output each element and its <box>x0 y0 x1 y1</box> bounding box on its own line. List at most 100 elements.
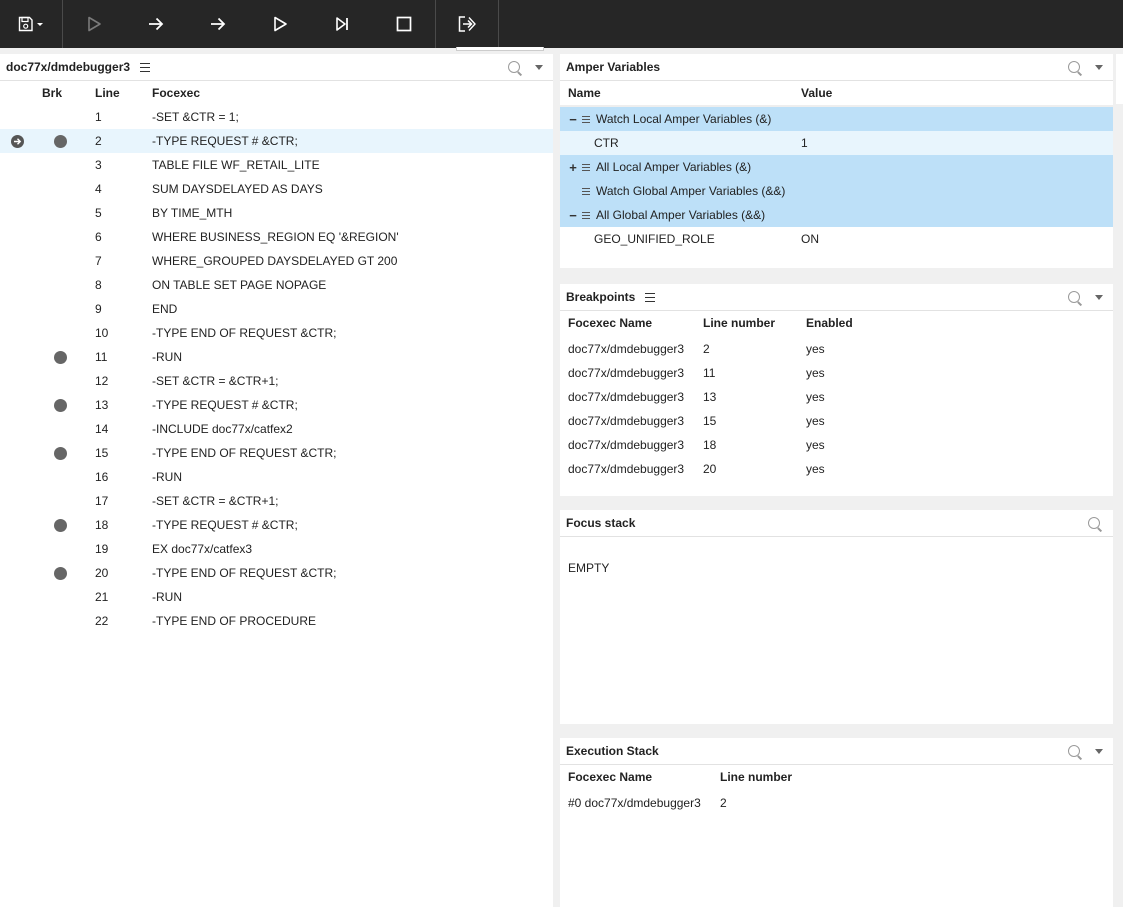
exit-icon <box>458 16 476 32</box>
breakpoint-enabled: yes <box>806 366 825 380</box>
source-line-row[interactable]: 21 -RUN <box>0 585 553 609</box>
save-button[interactable] <box>0 0 62 48</box>
breakpoint-gutter[interactable] <box>34 134 89 148</box>
breakpoints-title: Breakpoints <box>566 290 636 304</box>
amper-group-row[interactable]: Watch Global Amper Variables (&&) <box>560 179 1113 203</box>
breakpoint-row[interactable]: doc77x/dmdebugger3 13 yes <box>560 385 1113 409</box>
code-text: -TYPE REQUEST # &CTR; <box>152 134 298 148</box>
breakpoint-gutter[interactable] <box>34 446 89 460</box>
source-line-row[interactable]: 17 -SET &CTR = &CTR+1; <box>0 489 553 513</box>
source-line-row[interactable]: 13 -TYPE REQUEST # &CTR; <box>0 393 553 417</box>
focus-stack-content: EMPTY <box>568 561 610 575</box>
collapse-icon[interactable]: − <box>568 208 578 223</box>
toolbar-group-debug <box>63 0 436 48</box>
line-number: 6 <box>95 230 102 244</box>
code-text: SUM DAYSDELAYED AS DAYS <box>152 182 323 196</box>
run-to-next-button[interactable] <box>311 0 373 48</box>
source-line-row[interactable]: 18 -TYPE REQUEST # &CTR; <box>0 513 553 537</box>
search-icon[interactable] <box>1067 290 1083 306</box>
skip-next-icon <box>336 17 348 31</box>
menu-icon[interactable] <box>582 187 590 195</box>
source-line-row[interactable]: 9 END <box>0 297 553 321</box>
amper-variable-row[interactable]: GEO_UNIFIED_ROLE ON <box>560 227 1113 251</box>
source-line-row[interactable]: 3 TABLE FILE WF_RETAIL_LITE <box>0 153 553 177</box>
search-icon[interactable] <box>1087 516 1103 532</box>
source-line-row[interactable]: 15 -TYPE END OF REQUEST &CTR; <box>0 441 553 465</box>
step-over-button[interactable] <box>125 0 187 48</box>
breakpoint-gutter[interactable] <box>34 518 89 532</box>
stop-icon <box>396 16 412 32</box>
search-icon[interactable] <box>1067 744 1083 760</box>
code-text: END <box>152 302 178 316</box>
menu-icon[interactable] <box>582 115 590 123</box>
breakpoint-dot-icon[interactable] <box>54 446 67 460</box>
code-text: -SET &CTR = &CTR+1; <box>152 374 279 388</box>
source-line-row[interactable]: 20 -TYPE END OF REQUEST &CTR; <box>0 561 553 585</box>
breakpoint-rows: doc77x/dmdebugger3 2 yes doc77x/dmdebugger3… <box>560 335 1113 481</box>
source-line-row[interactable]: 19 EX doc77x/catfex3 <box>0 537 553 561</box>
collapse-icon[interactable]: − <box>568 112 578 127</box>
source-line-row[interactable]: 12 -SET &CTR = &CTR+1; <box>0 369 553 393</box>
enabled-column-header: Enabled <box>806 316 853 330</box>
expand-icon[interactable]: + <box>568 160 578 175</box>
menu-icon[interactable] <box>582 211 590 219</box>
continue-button[interactable] <box>249 0 311 48</box>
stop-button[interactable] <box>373 0 435 48</box>
breakpoint-dot-icon[interactable] <box>54 398 67 412</box>
source-line-row[interactable]: 5 BY TIME_MTH <box>0 201 553 225</box>
execution-focexec: #0 doc77x/dmdebugger3 <box>568 796 701 810</box>
breakpoint-dot-icon[interactable] <box>54 566 67 580</box>
menu-icon[interactable] <box>582 163 590 171</box>
breakpoint-enabled: yes <box>806 390 825 404</box>
source-line-row[interactable]: 7 WHERE_GROUPED DAYSDELAYED GT 200 <box>0 249 553 273</box>
exit-button[interactable] <box>436 0 498 48</box>
amper-rows: − Watch Local Amper Variables (&) CTR 1 + All… <box>560 107 1113 251</box>
focexec-name-column-header: Focexec Name <box>568 770 653 784</box>
run-button[interactable] <box>63 0 125 48</box>
code-text: -TYPE END OF PROCEDURE <box>152 614 317 628</box>
chevron-down-icon[interactable] <box>535 65 543 70</box>
breakpoint-row[interactable]: doc77x/dmdebugger3 11 yes <box>560 361 1113 385</box>
breakpoint-row[interactable]: doc77x/dmdebugger3 20 yes <box>560 457 1113 481</box>
amper-group-label: Watch Local Amper Variables (&) <box>596 112 772 126</box>
breakpoint-gutter[interactable] <box>34 350 89 364</box>
chevron-down-icon[interactable] <box>1095 65 1103 70</box>
focus-stack-panel: Focus stack EMPTY <box>560 510 1113 724</box>
source-line-row[interactable]: 10 -TYPE END OF REQUEST &CTR; <box>0 321 553 345</box>
search-icon[interactable] <box>1067 60 1083 76</box>
breakpoint-dot-icon[interactable] <box>54 350 67 364</box>
source-line-row[interactable]: 16 -RUN <box>0 465 553 489</box>
amper-group-row[interactable]: − All Global Amper Variables (&&) <box>560 203 1113 227</box>
source-table-header: Brk Line Focexec <box>0 81 553 105</box>
amper-group-row[interactable]: − Watch Local Amper Variables (&) <box>560 107 1113 131</box>
source-line-row[interactable]: 14 -INCLUDE doc77x/catfex2 <box>0 417 553 441</box>
amper-variable-row[interactable]: CTR 1 <box>560 131 1113 155</box>
source-line-row[interactable]: 2 -TYPE REQUEST # &CTR; <box>0 129 553 153</box>
source-line-row[interactable]: 22 -TYPE END OF PROCEDURE <box>0 609 553 633</box>
line-number: 13 <box>95 398 109 412</box>
source-line-row[interactable]: 4 SUM DAYSDELAYED AS DAYS <box>0 177 553 201</box>
right-scrollbar[interactable] <box>1116 54 1123 104</box>
line-number: 18 <box>95 518 109 532</box>
chevron-down-icon[interactable] <box>1095 749 1103 754</box>
list-options-icon[interactable] <box>140 62 151 72</box>
step-into-button[interactable] <box>187 0 249 48</box>
list-options-icon[interactable] <box>645 292 656 302</box>
breakpoint-dot-icon[interactable] <box>54 518 67 532</box>
line-number: 14 <box>95 422 109 436</box>
source-line-row[interactable]: 6 WHERE BUSINESS_REGION EQ '&REGION' <box>0 225 553 249</box>
source-line-row[interactable]: 1 -SET &CTR = 1; <box>0 105 553 129</box>
execution-stack-row[interactable]: #0 doc77x/dmdebugger3 2 <box>560 791 1113 815</box>
breakpoint-gutter[interactable] <box>34 566 89 580</box>
breakpoint-row[interactable]: doc77x/dmdebugger3 18 yes <box>560 433 1113 457</box>
amper-group-row[interactable]: + All Local Amper Variables (&) <box>560 155 1113 179</box>
chevron-down-icon[interactable] <box>1095 295 1103 300</box>
breakpoint-row[interactable]: doc77x/dmdebugger3 2 yes <box>560 337 1113 361</box>
breakpoint-row[interactable]: doc77x/dmdebugger3 15 yes <box>560 409 1113 433</box>
source-line-row[interactable]: 11 -RUN <box>0 345 553 369</box>
source-line-row[interactable]: 8 ON TABLE SET PAGE NOPAGE <box>0 273 553 297</box>
search-icon[interactable] <box>507 60 523 76</box>
breakpoint-dot-icon[interactable] <box>54 134 67 148</box>
line-number: 8 <box>95 278 102 292</box>
breakpoint-gutter[interactable] <box>34 398 89 412</box>
